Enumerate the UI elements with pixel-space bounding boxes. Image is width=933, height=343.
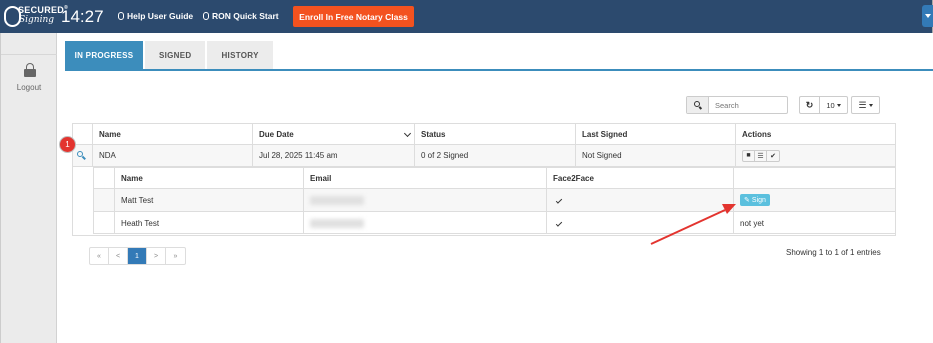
page-next-button[interactable]: > — [147, 248, 166, 264]
page-first-button[interactable]: « — [90, 248, 109, 264]
page-prev-button[interactable]: < — [109, 248, 128, 264]
entries-summary: Showing 1 to 1 of 1 entries — [786, 248, 881, 257]
pagination: « < 1 > » — [89, 247, 186, 265]
page-last-button[interactable]: » — [166, 248, 185, 264]
annotation-arrow — [650, 204, 736, 245]
page-1-button[interactable]: 1 — [128, 248, 147, 264]
